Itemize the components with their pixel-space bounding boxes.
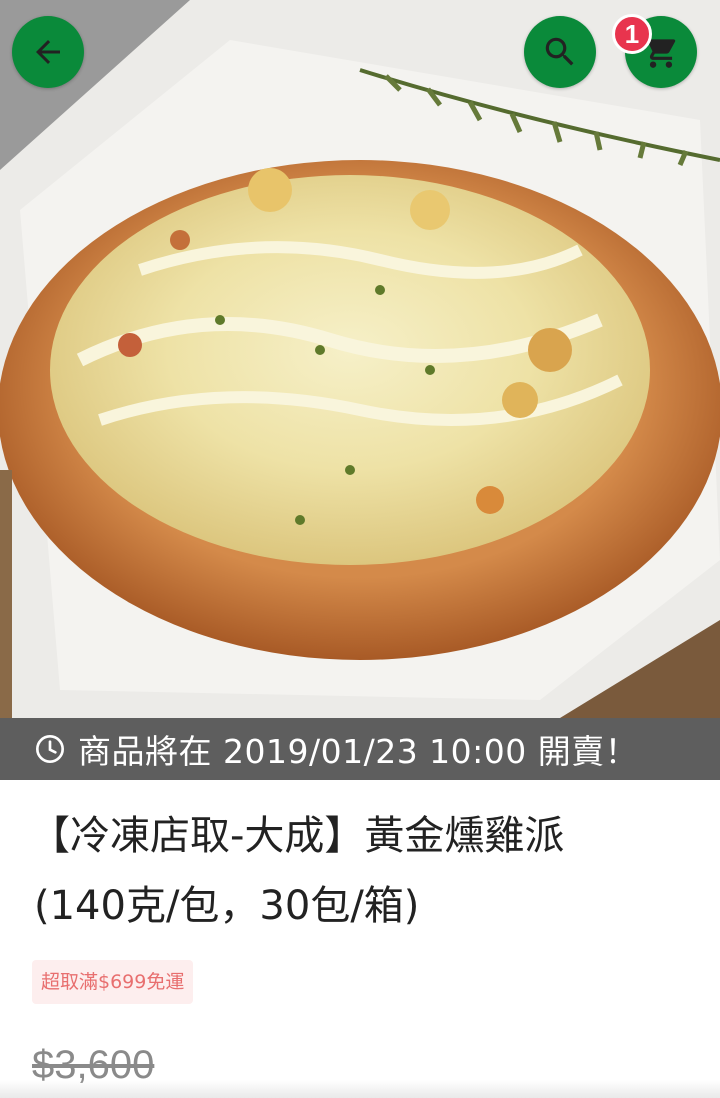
product-title-spec: (140克/包，30包/箱) xyxy=(34,883,420,929)
bottom-shadow xyxy=(0,1080,720,1098)
free-shipping-tag: 超取滿$699免運 xyxy=(32,960,194,1004)
product-title: 【冷凍店取-大成】黃金燻雞派 xyxy=(30,813,565,859)
product-image xyxy=(0,0,720,718)
search-icon xyxy=(545,37,574,66)
sale-time-banner: 商品將在 2019/01/23 10:00 開賣！ xyxy=(0,718,720,780)
sale-time-text: 商品將在 2019/01/23 10:00 開賣！ xyxy=(78,732,639,771)
search-button[interactable] xyxy=(524,16,596,88)
cart-count-badge: 1 xyxy=(612,14,652,54)
arrow-left-icon xyxy=(36,40,60,64)
back-button[interactable] xyxy=(12,16,84,88)
pizza-photo xyxy=(0,0,720,718)
clock-icon xyxy=(34,733,66,765)
